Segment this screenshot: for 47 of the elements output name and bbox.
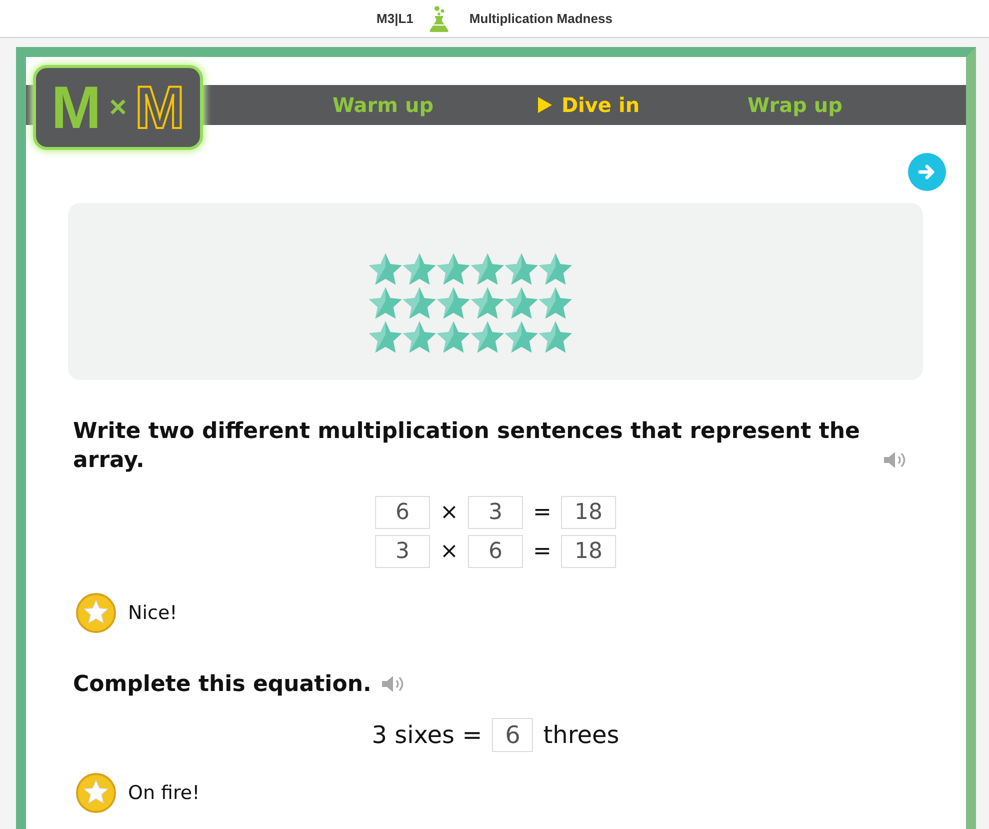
- star-icon: [437, 252, 470, 284]
- equation-text: 3 sixes =: [372, 721, 482, 749]
- star-icon: [369, 286, 402, 318]
- star-medal-icon: [76, 773, 116, 813]
- star-icon: [539, 286, 572, 318]
- arrow-right-icon: [917, 162, 937, 182]
- star-icon: [505, 320, 538, 352]
- answer-box[interactable]: 3: [375, 535, 430, 568]
- star-icon: [539, 320, 572, 352]
- lesson-title: Multiplication Madness: [469, 11, 612, 26]
- answer-box[interactable]: 6: [375, 496, 430, 529]
- flask-icon: [429, 6, 450, 32]
- star-medal-icon: [76, 593, 116, 633]
- star-icon: [437, 320, 470, 352]
- feedback-text: Nice!: [128, 602, 178, 624]
- star-icon: [505, 252, 538, 284]
- star-icon: [403, 286, 436, 318]
- star-icon: [403, 320, 436, 352]
- logo-letter: M: [51, 78, 102, 138]
- feedback-text: On fire!: [128, 782, 200, 804]
- star-icon: [505, 286, 538, 318]
- next-button[interactable]: [908, 153, 946, 191]
- star-icon: [437, 286, 470, 318]
- logo-outline-letter: M: [134, 78, 185, 138]
- star-icon: [539, 252, 572, 284]
- question-text: Complete this equation.: [73, 671, 372, 699]
- nav-tab[interactable]: Dive in: [486, 85, 692, 125]
- math-symbol: ×: [440, 539, 458, 564]
- logo-times-sign: ×: [109, 92, 127, 122]
- star-icon: [471, 252, 504, 284]
- star-icon: [471, 286, 504, 318]
- equation-text: threes: [543, 721, 620, 749]
- math-symbol: =: [533, 539, 551, 564]
- star-icon: [369, 252, 402, 284]
- star-icon: [471, 320, 504, 352]
- play-icon: [538, 97, 552, 113]
- math-symbol: =: [533, 500, 551, 525]
- star-icon: [403, 252, 436, 284]
- star-icon: [369, 320, 402, 352]
- math-symbol: ×: [440, 500, 458, 525]
- answer-box[interactable]: 18: [561, 535, 616, 568]
- answer-box[interactable]: 18: [561, 496, 616, 529]
- answer-box[interactable]: 6: [492, 718, 534, 752]
- lesson-code: M3|L1: [376, 11, 414, 26]
- question-text: Write two different multiplication sentences that represent the array.: [73, 418, 861, 475]
- answer-box[interactable]: 3: [468, 496, 523, 529]
- answer-box[interactable]: 6: [468, 535, 523, 568]
